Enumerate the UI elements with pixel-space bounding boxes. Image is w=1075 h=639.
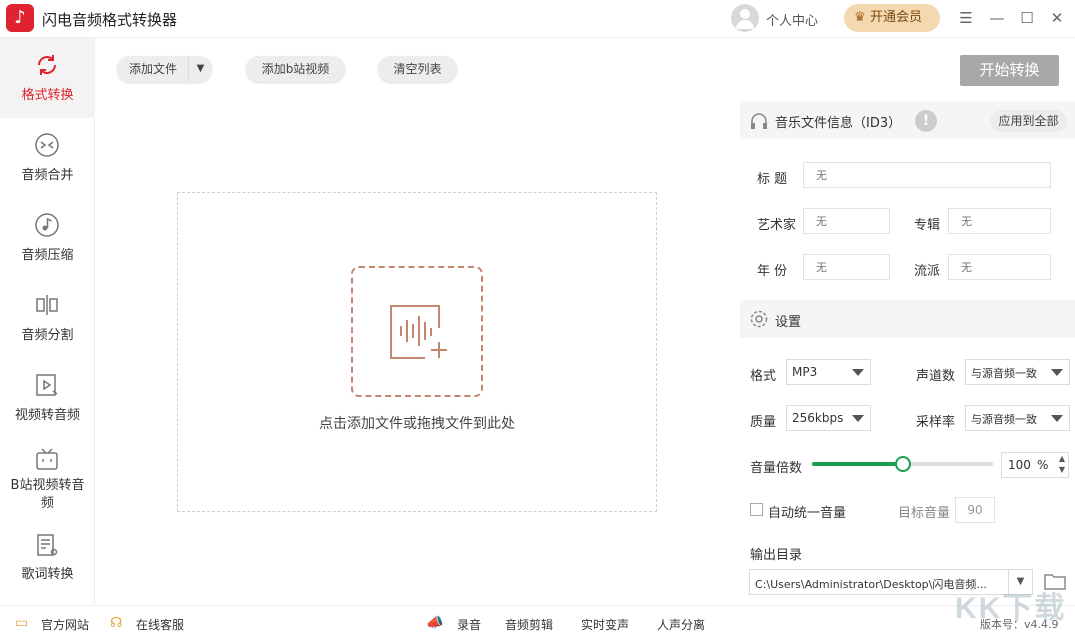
samplerate-select[interactable]: 与源音频一致 <box>965 405 1070 431</box>
chevron-down-icon <box>1051 415 1063 422</box>
record-link[interactable]: 录音 <box>457 616 481 633</box>
chevron-down-icon <box>852 415 864 422</box>
volume-slider-fill <box>812 462 903 466</box>
genre-label: 流派 <box>914 264 941 279</box>
sidebar-item-audio-compress[interactable]: 音频压缩 <box>0 198 95 278</box>
add-audio-icon <box>390 305 447 359</box>
sidebar: 格式转换 音频合并 音频压缩 音频分割 视频转音频 B站视频转音频 歌词转换 <box>0 38 95 605</box>
info-icon[interactable]: ! <box>915 110 937 132</box>
music-note-icon: ♪ <box>6 4 34 32</box>
add-file-area[interactable] <box>351 266 483 397</box>
target-volume-label: 目标音量 <box>898 506 951 521</box>
apply-all-button[interactable]: 应用到全部 <box>990 110 1067 132</box>
avatar[interactable] <box>731 4 759 32</box>
gear-icon <box>750 310 768 328</box>
bilibili-tv-icon <box>36 448 58 470</box>
add-file-button[interactable]: 添加文件 ▼ <box>117 56 212 82</box>
megaphone-icon: 📣 <box>426 615 444 631</box>
stepper-down-icon[interactable]: ▼ <box>1059 465 1065 474</box>
volume-value: 100 <box>1008 458 1031 472</box>
chevron-down-icon[interactable]: ▼ <box>188 56 212 82</box>
voice-change-link[interactable]: 实时变声 <box>581 616 629 633</box>
title-field[interactable] <box>803 162 1051 188</box>
sidebar-item-format-convert[interactable]: 格式转换 <box>0 38 95 118</box>
channels-select[interactable]: 与源音频一致 <box>965 359 1070 385</box>
quality-label: 质量 <box>750 415 777 430</box>
sidebar-item-label: B站视频转音频 <box>10 478 85 511</box>
vip-button[interactable]: ♛ 开通会员 <box>844 4 940 32</box>
samplerate-label: 采样率 <box>916 415 956 430</box>
year-field[interactable] <box>803 254 890 280</box>
split-icon <box>36 295 58 315</box>
watermark: KK下载 <box>955 592 1067 625</box>
clear-list-button[interactable]: 清空列表 <box>378 56 457 82</box>
format-select[interactable]: MP3 <box>786 359 871 385</box>
target-volume-field[interactable]: 90 <box>955 497 995 523</box>
volume-slider-handle[interactable] <box>894 456 911 472</box>
vocal-separate-link[interactable]: 人声分离 <box>657 616 705 633</box>
id3-title: 音乐文件信息（ID3） <box>775 116 902 131</box>
compress-icon <box>35 213 59 237</box>
sidebar-item-video-to-audio[interactable]: 视频转音频 <box>0 358 95 438</box>
channels-label: 声道数 <box>916 369 956 384</box>
drop-hint: 点击添加文件或拖拽文件到此处 <box>319 416 515 432</box>
auto-volume-checkbox[interactable] <box>750 503 763 516</box>
volume-slider[interactable] <box>812 456 993 472</box>
start-convert-button[interactable]: 开始转换 <box>960 55 1059 86</box>
monitor-icon: ▭ <box>15 615 29 631</box>
merge-icon <box>35 133 59 157</box>
sidebar-item-label: 歌词转换 <box>21 567 74 582</box>
year-label: 年 份 <box>757 264 788 279</box>
add-bilibili-button[interactable]: 添加b站视频 <box>246 56 345 82</box>
volume-stepper[interactable]: 100 % ▲ ▼ <box>1001 452 1069 478</box>
sidebar-item-label: 音频分割 <box>21 328 74 343</box>
lyrics-icon <box>37 534 58 556</box>
minimize-icon[interactable]: — <box>986 7 1008 29</box>
settings-section-header: 设置 <box>740 300 1075 338</box>
quality-select[interactable]: 256kbps <box>786 405 871 431</box>
album-field[interactable] <box>948 208 1051 234</box>
headphones-icon <box>751 113 767 129</box>
settings-title: 设置 <box>775 315 802 330</box>
artist-label: 艺术家 <box>757 218 797 233</box>
video-to-audio-icon <box>36 374 58 396</box>
title-label: 标 题 <box>757 172 788 187</box>
support-link[interactable]: 在线客服 <box>136 616 184 633</box>
chevron-down-icon <box>852 369 864 376</box>
app-title: 闪电音频格式转换器 <box>42 11 178 29</box>
volume-label: 音量倍数 <box>750 461 803 476</box>
headset-icon: ☊ <box>110 615 123 631</box>
sidebar-item-bilibili-to-audio[interactable]: B站视频转音频 <box>0 438 95 528</box>
chevron-down-icon <box>1051 369 1063 376</box>
menu-icon[interactable]: ☰ <box>955 7 977 29</box>
format-label: 格式 <box>750 369 777 384</box>
website-link[interactable]: 官方网站 <box>41 616 89 633</box>
close-icon[interactable]: ✕ <box>1046 7 1068 29</box>
user-center-link[interactable]: 个人中心 <box>766 10 818 29</box>
sidebar-item-label: 音频合并 <box>21 168 74 183</box>
maximize-icon[interactable]: ☐ <box>1016 7 1038 29</box>
crown-icon: ♛ <box>854 10 866 25</box>
sidebar-item-audio-split[interactable]: 音频分割 <box>0 278 95 358</box>
audio-cut-link[interactable]: 音频剪辑 <box>505 616 553 633</box>
sidebar-item-label: 音频压缩 <box>21 248 74 263</box>
stepper-up-icon[interactable]: ▲ <box>1059 454 1065 463</box>
sidebar-item-lyrics-convert[interactable]: 歌词转换 <box>0 528 95 608</box>
volume-unit: % <box>1037 458 1049 472</box>
sidebar-item-label: 格式转换 <box>21 88 74 103</box>
sidebar-item-audio-merge[interactable]: 音频合并 <box>0 118 95 198</box>
sidebar-item-label: 视频转音频 <box>14 408 80 423</box>
album-label: 专辑 <box>914 218 941 233</box>
output-dir-label: 输出目录 <box>750 548 803 563</box>
artist-field[interactable] <box>803 208 890 234</box>
auto-volume-label: 自动统一音量 <box>768 506 847 521</box>
title-bar: ♪ 闪电音频格式转换器 个人中心 ♛ 开通会员 ☰ — ☐ ✕ <box>0 0 1075 38</box>
status-bar: ▭ 官方网站 ☊ 在线客服 📣 录音 音频剪辑 实时变声 人声分离 版本号：v4… <box>0 605 1075 639</box>
genre-field[interactable] <box>948 254 1051 280</box>
convert-icon <box>38 55 56 75</box>
id3-section-header: 音乐文件信息（ID3） ! 应用到全部 <box>740 101 1075 139</box>
drop-zone[interactable]: 点击添加文件或拖拽文件到此处 <box>177 192 657 512</box>
